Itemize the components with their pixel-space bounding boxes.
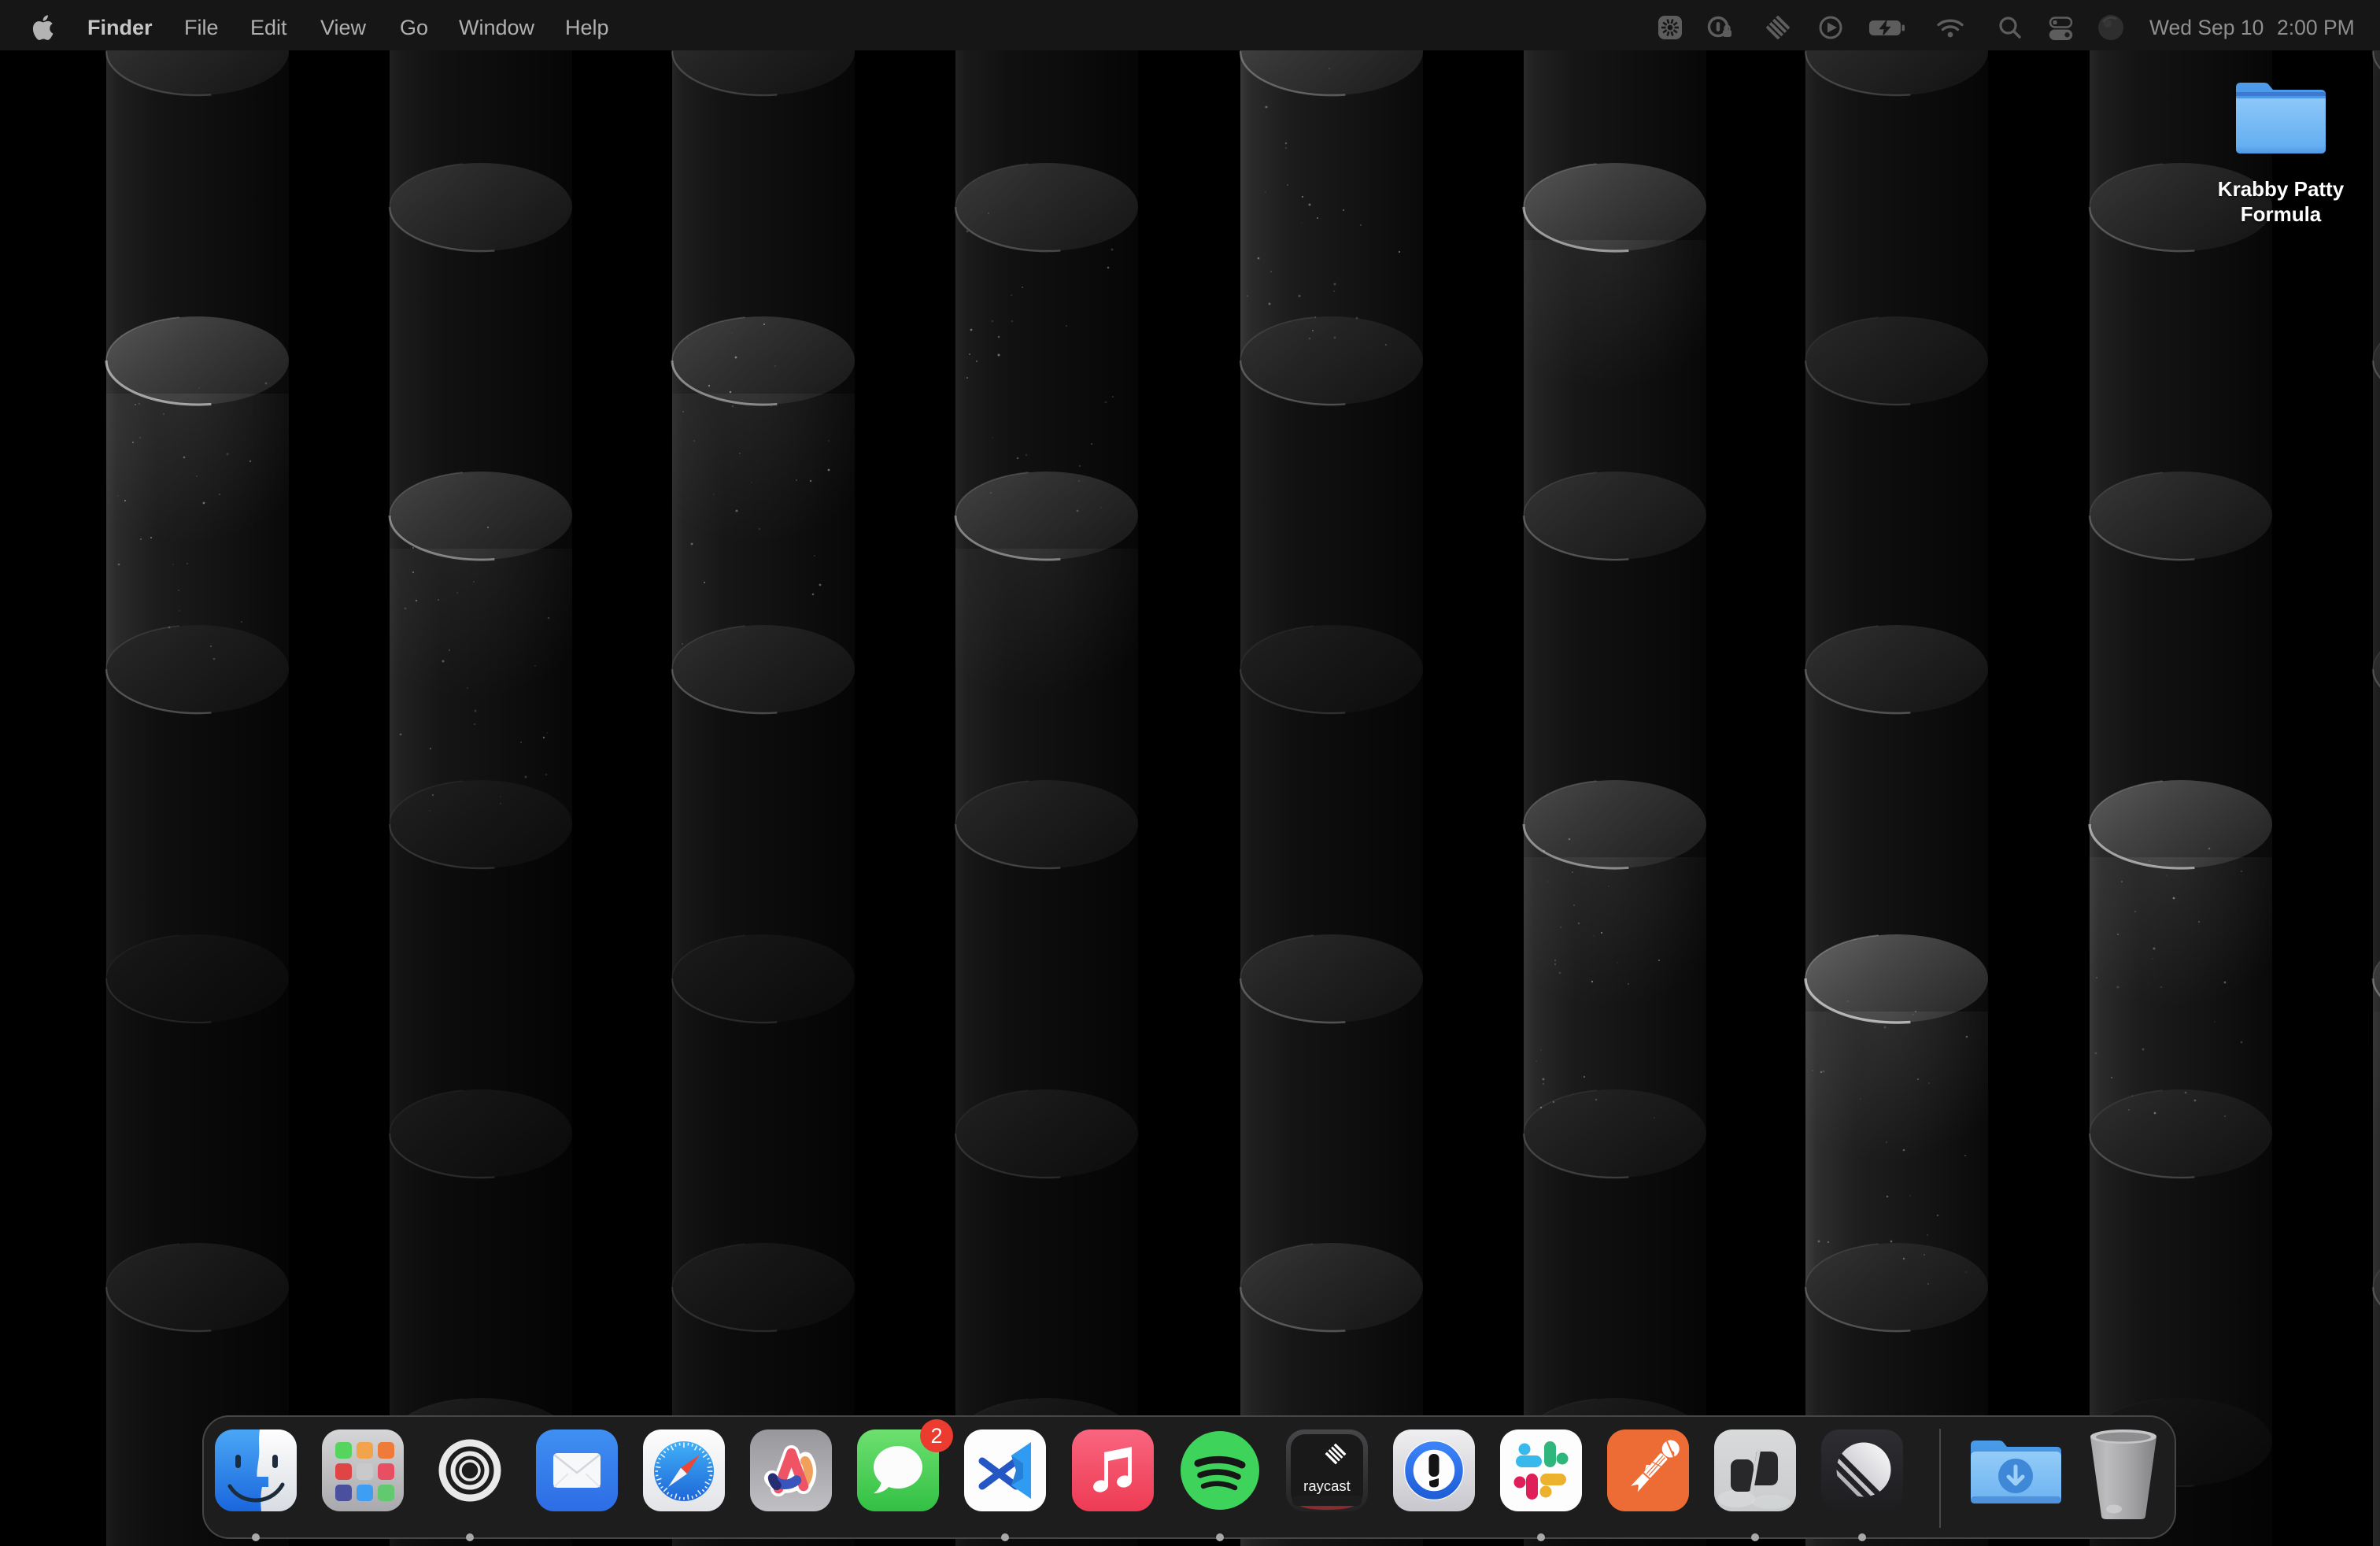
svg-text:raycast: raycast	[1303, 1478, 1351, 1494]
